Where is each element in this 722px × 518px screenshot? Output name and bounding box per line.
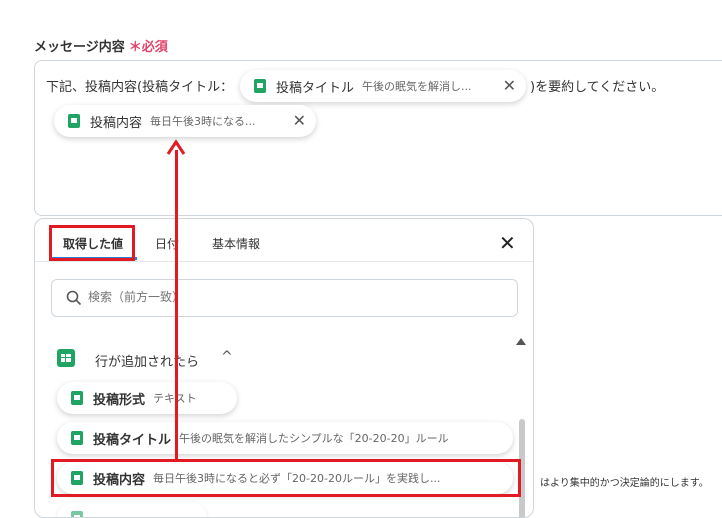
search-icon (66, 290, 82, 306)
required-mark: ＊ (128, 40, 142, 55)
chip-value: 毎日午後3時になる... (150, 115, 256, 128)
search-input[interactable] (88, 290, 488, 304)
chip-title: 投稿内容 (90, 115, 143, 131)
item-value: 午後の眠気を解消したシンプルな「20-20-20」ルール (179, 432, 449, 445)
field-label-text: メッセージ内容 (34, 40, 125, 55)
list-item[interactable]: 投稿形式 テキスト (57, 382, 237, 414)
field-label: メッセージ内容 ＊必須 (34, 36, 168, 55)
annotation-arrow-line (175, 150, 178, 460)
spreadsheet-icon (71, 431, 83, 445)
chip-title: 投稿タイトル (276, 80, 355, 96)
close-icon[interactable]: ✕ (293, 113, 306, 129)
variable-picker-panel: 取得した値 日付 基本情報 ✕ 行が追加されたら ^ 投稿形式 テキスト 投稿タ… (34, 218, 534, 518)
tabs-divider (35, 261, 533, 262)
spreadsheet-icon (68, 114, 80, 128)
chip-value: 午後の眠気を解消し... (362, 80, 472, 93)
scroll-up-arrow[interactable] (516, 338, 526, 345)
spreadsheet-icon (71, 391, 83, 405)
title-variable-chip[interactable]: 投稿タイトル 午後の眠気を解消し... ✕ (240, 70, 526, 102)
tab-highlight-box (49, 225, 135, 261)
arrow-up-icon (166, 139, 186, 155)
list-item[interactable]: 投稿タイトル 午後の眠気を解消したシンプルな「20-20-20」ルール (57, 422, 513, 454)
spreadsheet-icon (254, 79, 266, 93)
item-title: 投稿形式 (93, 392, 146, 408)
group-title[interactable]: 行が追加されたら (95, 351, 199, 370)
close-icon[interactable]: ✕ (499, 231, 516, 255)
message-prefix: 下記、投稿内容(投稿タイトル： (46, 80, 234, 95)
background-note: はより集中的かつ決定論的にします。 (540, 478, 709, 489)
content-variable-chip[interactable]: 投稿内容 毎日午後3時になる... ✕ (54, 105, 316, 137)
message-suffix: )を要約してください。 (530, 80, 665, 95)
close-icon[interactable]: ✕ (503, 78, 516, 94)
chevron-up-icon[interactable]: ^ (221, 349, 233, 365)
search-field[interactable] (51, 279, 518, 317)
spreadsheet-icon (57, 349, 75, 367)
item-highlight-box (51, 459, 521, 497)
spreadsheet-icon (71, 511, 83, 517)
list-item[interactable] (57, 502, 207, 517)
required-text: 必須 (141, 40, 168, 55)
item-title: 投稿タイトル (93, 432, 172, 448)
tab-basic-info[interactable]: 基本情報 (212, 235, 260, 252)
